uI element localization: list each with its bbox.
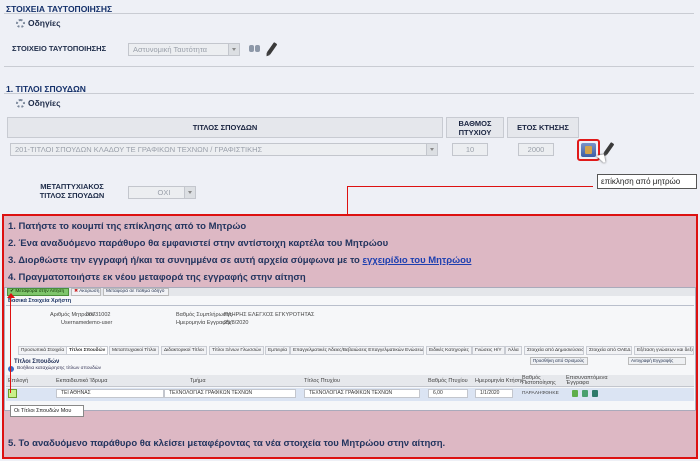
edit-pencil-icon[interactable] (266, 42, 278, 56)
tab-phd[interactable]: Διδακτορικοί Τίτλοι (161, 346, 207, 355)
tab-licenses[interactable]: Επαγγελματικές Άδειες/Βεβαιώσεις Επαγγελ… (290, 346, 424, 355)
username-value: demo-user (86, 320, 113, 326)
instructions-label: Οδηγίες (28, 98, 61, 108)
registry-icon (585, 146, 592, 154)
copy-record-button[interactable]: Αντιγραφή Εγγραφής (628, 357, 686, 365)
cancel-button[interactable]: ✖ Ακύρωση (71, 288, 101, 296)
transfer-close-button[interactable]: Μεταφορά σε πάθμα οδηγό (103, 288, 169, 296)
cursor-icon (596, 154, 606, 166)
info-icon (8, 366, 14, 372)
paperclip-icon[interactable] (572, 390, 578, 397)
transfer-to-application-button[interactable]: ✔ Μεταφορά στην Αίτηση (7, 288, 69, 296)
cancel-label: Ακύρωση (79, 289, 100, 294)
transfer-label: Μεταφορά στην Αίτηση (15, 289, 65, 294)
tab-personal[interactable]: Προσωπικά Στοιχεία (18, 346, 68, 355)
section2-underline (4, 93, 694, 94)
section1-underline (4, 13, 694, 14)
degree-year-header: ΕΤΟΣ ΚΤΗΣΗΣ (507, 117, 579, 138)
row-grade-input[interactable]: 6,00 (428, 389, 468, 398)
delete-icon[interactable] (592, 390, 598, 397)
row-school-select[interactable]: ΤΕΙ ΑΘΗΝΑΣ (56, 389, 164, 398)
id-field-label: ΣΤΟΙΧΕΙΟ ΤΑΥΤΟΠΟΙΗΣΗΣ (12, 44, 107, 53)
step-2: 2. Ένα αναδυόμενο παράθυρο θα εμφανιστεί… (8, 238, 389, 249)
step-3-text: 3. Διορθώστε την εγγραφή ή/και τα συνημμ… (8, 255, 363, 266)
registry-manual-link[interactable]: εγχειρίδιο του Μητρώου (363, 255, 472, 266)
tooltip-registry-recall: επίκληση από μητρώο (597, 174, 697, 189)
step-4: 4. Πραγματοποιήστε εκ νέου μεταφορά της … (8, 272, 306, 283)
step-5: 5. Το αναδυόμενο παράθυρο θα κλείσει μετ… (8, 438, 446, 449)
chevron-down-icon (426, 144, 437, 155)
edit-pencil-icon[interactable] (603, 141, 615, 157)
close-icon: ✖ (74, 289, 79, 294)
degree-year-input[interactable]: 2000 (518, 143, 554, 156)
degree-grade-header: ΒΑΘΜΟΣ ΠΤΥΧΙΟΥ (446, 117, 504, 138)
tab-other[interactable]: Άλλα (505, 346, 522, 355)
tab-computer[interactable]: Γνώσεις Η/Υ (472, 346, 505, 355)
connector-line-h (347, 186, 593, 187)
instructions-toggle[interactable]: Οδηγίες (16, 18, 61, 28)
id-type-select[interactable]: Αστυνομική Ταυτότητα (128, 43, 240, 56)
degrees-section-title: Τίτλοι Σπουδών (14, 359, 60, 365)
connector-arrow-head (7, 293, 15, 298)
tab-special[interactable]: Ειδικές Κατηγορίες (426, 346, 472, 355)
degree-title-select[interactable]: 201-ΤΙΤΛΟΙ ΣΠΟΥΔΩΝ ΚΛΑΔΟΥ ΤΕ ΓΡΑΦΙΚΩΝ ΤΕ… (10, 143, 438, 156)
gear-icon (16, 98, 25, 108)
col-select: Επιλογή (8, 378, 29, 384)
connector-arrow-v (10, 297, 11, 393)
step-1: 1. Πατήστε το κουμπί της επίκλησης από τ… (8, 221, 247, 232)
col-type: Βαθμός Πιστοποίησης (522, 375, 556, 386)
tab-degrees[interactable]: Τίτλοι Σπουδών (66, 346, 109, 355)
tab-oaed[interactable]: Στοιχεία από ΟΑΕΔ (586, 346, 632, 355)
row-dept-select[interactable]: ΤΕΧΝΟΛΟΓΙΑΣ ΓΡΑΦΙΚΩΝ ΤΕΧΝΩΝ (164, 389, 296, 398)
tab-postgrad[interactable]: Μεταπτυχιακοί Τίτλοι (109, 346, 160, 355)
tab-languages[interactable]: Τίτλοι Ξένων Γλωσσών (209, 346, 265, 355)
save-icon[interactable] (582, 390, 588, 397)
tab-exams[interactable]: Εξέταση γνώσεων και δεξιοτήτων (634, 346, 694, 355)
degree-title-header: ΤΙΤΛΟΣ ΣΠΟΥΔΩΝ (7, 117, 443, 138)
row-type-value: ΠΑΡΑΛΗΦΘΗΚΕ (522, 391, 559, 396)
step-3: 3. Διορθώστε την εγγραφή ή/και τα συνημμ… (8, 255, 471, 266)
tab-experience[interactable]: Εμπειρία (265, 346, 291, 355)
chevron-down-icon (184, 187, 195, 198)
popup-header-divider (6, 305, 694, 306)
degree-grade-input[interactable]: 10 (452, 143, 488, 156)
col-dept: Τμήμα (190, 378, 206, 384)
row-date-input[interactable]: 1/1/2020 (475, 389, 513, 398)
postgrad-label: ΜΕΤΑΠΤΥΧΙΑΚΟΣ ΤΙΤΛΟΣ ΣΠΟΥΔΩΝ (39, 182, 105, 200)
section1-bottom-divider (4, 66, 694, 67)
binoculars-icon[interactable] (249, 43, 260, 54)
degree-title-value: 201-ΤΙΤΛΟΙ ΣΠΟΥΔΩΝ ΚΛΑΔΟΥ ΤΕ ΓΡΑΦΙΚΩΝ ΤΕ… (15, 145, 263, 154)
col-grade: Βαθμός Πτυχίου (428, 378, 468, 384)
reg-date-value: 25/8/2020 (224, 320, 249, 326)
postgrad-select[interactable]: ΟΧΙ (128, 186, 196, 199)
col-files: Επισυναπτόμενα Έγγραφα (566, 375, 608, 386)
completeness-value: ΠΛΗΡΗΣ ΕΛΕΓΧΟΣ ΕΓΚΥΡΟΤΗΤΑΣ (224, 312, 315, 318)
row-degree-select[interactable]: ΤΕΧΝΟΛΟΓΙΑΣ ΓΡΑΦΙΚΩΝ ΤΕΧΝΩΝ (304, 389, 420, 398)
col-date: Ημερομηνία Κτήσης (475, 378, 524, 384)
instructions-label: Οδηγίες (28, 18, 61, 28)
gear-icon (16, 18, 25, 28)
registry-recall-button[interactable] (581, 143, 596, 157)
username-label: Username (61, 320, 87, 326)
id-type-value: Αστυνομική Ταυτότητα (133, 45, 208, 54)
help-text: Βοήθεια καταχώρησης τίτλων σπουδών (17, 366, 101, 371)
popup-user-header: Βασικά Στοιχεία Χρήστη (8, 298, 72, 304)
connector-line-v (347, 186, 348, 214)
popup-tooltip: Οι Τίτλοι Σπουδών Μου (10, 405, 84, 417)
col-school: Εκπαιδευτικό Ίδρυμα (56, 378, 108, 384)
add-from-definitions-button[interactable]: Προσθήκη από Ορισμούς (530, 357, 588, 365)
postgrad-value: ΟΧΙ (157, 188, 171, 197)
instructions-toggle-2[interactable]: Οδηγίες (16, 98, 61, 108)
reg-no-value: 00731002 (86, 312, 111, 318)
chevron-down-icon (228, 44, 239, 55)
tab-publications[interactable]: Στοιχεία από Δημοσιεύσεις (524, 346, 584, 355)
col-degree: Τίτλος Πτυχίου (304, 378, 340, 384)
